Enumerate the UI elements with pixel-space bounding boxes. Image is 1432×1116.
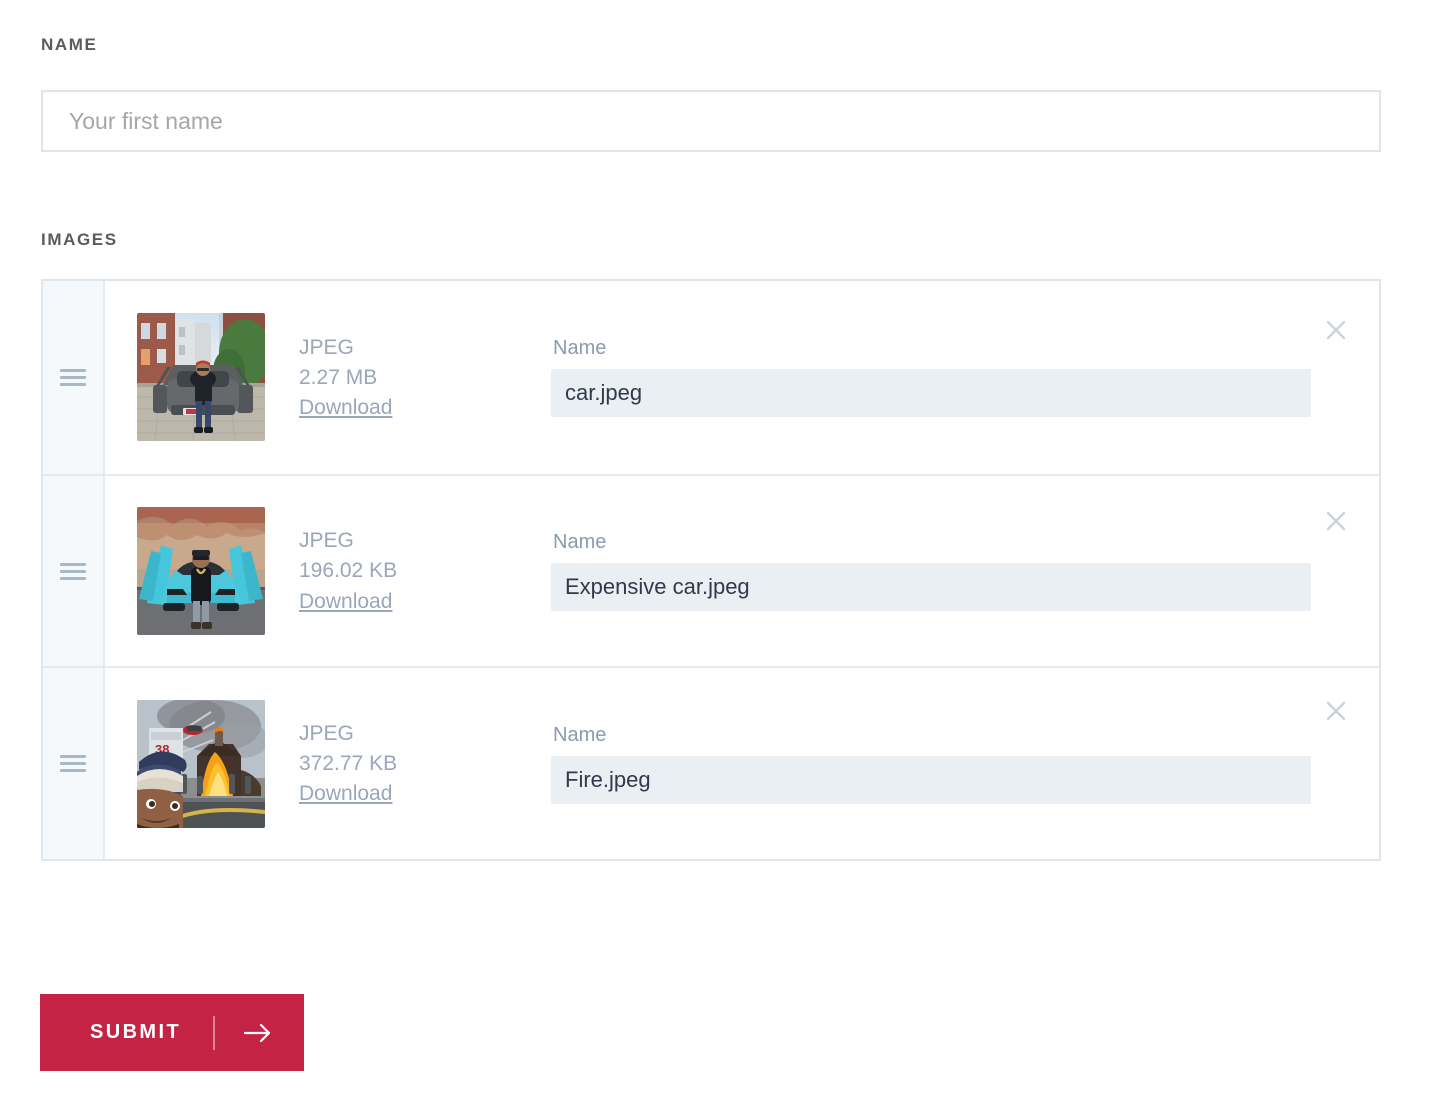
file-meta: JPEG 196.02 KB Download [299,529,529,612]
file-type: JPEG [299,529,529,552]
table-row: 38 [43,666,1379,859]
download-link[interactable]: Download [299,590,529,613]
file-name-field: Name [551,337,1311,417]
file-size: 2.27 MB [299,366,529,389]
table-row: JPEG 2.27 MB Download Name [43,281,1379,474]
file-name-field: Name [551,724,1311,804]
file-size: 372.77 KB [299,752,529,775]
row-content: 38 [105,666,1379,859]
submit-button-label: SUBMIT [90,1021,181,1044]
file-name-label: Name [551,724,1311,747]
drag-handle-cell[interactable] [43,474,105,667]
file-name-input[interactable] [551,563,1311,611]
file-name-input[interactable] [551,756,1311,804]
images-table: JPEG 2.27 MB Download Name [41,279,1381,861]
table-row: JPEG 196.02 KB Download Name [43,474,1379,667]
file-meta: JPEG 372.77 KB Download [299,722,529,805]
drag-handle-cell[interactable] [43,281,105,474]
file-size: 196.02 KB [299,559,529,582]
download-link[interactable]: Download [299,396,529,419]
remove-image-button[interactable] [1321,315,1351,345]
drag-handle-cell[interactable] [43,666,105,859]
row-content: JPEG 2.27 MB Download Name [105,281,1379,474]
file-meta: JPEG 2.27 MB Download [299,336,529,419]
close-icon [1321,506,1351,536]
file-name-label: Name [551,337,1311,360]
image-thumbnail [137,313,265,441]
file-type: JPEG [299,722,529,745]
remove-image-button[interactable] [1321,506,1351,536]
file-name-field: Name [551,531,1311,611]
first-name-input[interactable] [41,90,1381,152]
submit-button[interactable]: SUBMIT [40,994,304,1071]
image-thumbnail: 38 [137,700,265,828]
drag-handle-icon[interactable] [60,755,86,772]
submit-divider [213,1016,215,1050]
download-link[interactable]: Download [299,782,529,805]
arrow-right-icon [243,1022,273,1044]
drag-handle-icon[interactable] [60,563,86,580]
drag-handle-icon[interactable] [60,369,86,386]
image-thumbnail [137,507,265,635]
name-section-label: NAME [41,35,97,55]
close-icon [1321,696,1351,726]
file-type: JPEG [299,336,529,359]
image-upload-form: NAME IMAGES [0,0,1432,1116]
images-section-label: IMAGES [41,230,118,250]
close-icon [1321,315,1351,345]
row-content: JPEG 196.02 KB Download Name [105,474,1379,667]
file-name-label: Name [551,531,1311,554]
remove-image-button[interactable] [1321,696,1351,726]
file-name-input[interactable] [551,369,1311,417]
